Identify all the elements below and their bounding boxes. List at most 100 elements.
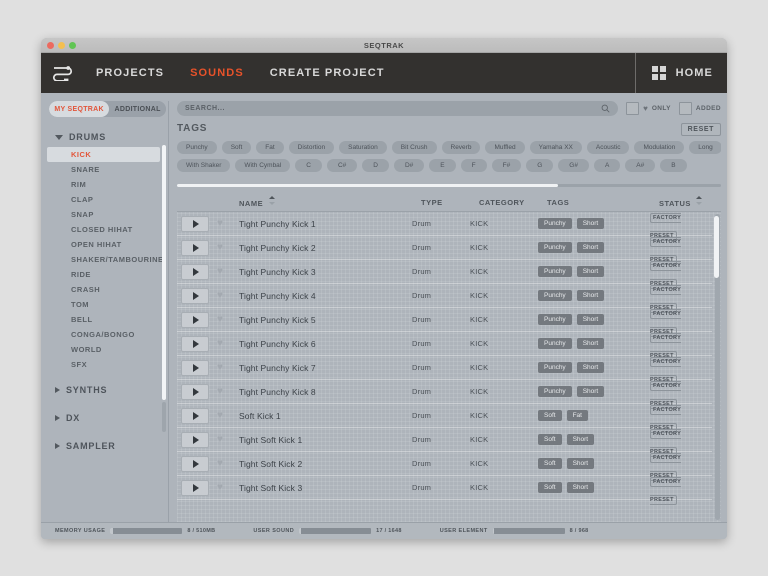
tag-chip[interactable]: Fat bbox=[256, 141, 284, 154]
tag-cloud-scrollbar-thumb[interactable] bbox=[177, 184, 558, 187]
header-category[interactable]: CATEGORY bbox=[479, 198, 547, 207]
tag-chip[interactable]: F bbox=[460, 159, 487, 172]
sidebar-group-sampler[interactable]: SAMPLER bbox=[47, 436, 160, 456]
tag-chip[interactable]: Yamaha XX bbox=[529, 141, 582, 154]
sidebar-item-open-hihat[interactable]: OPEN HIHAT bbox=[47, 237, 160, 252]
table-row[interactable]: ♥ Tight Punchy Kick 1 Drum KICK Punchy Short F… bbox=[177, 212, 712, 241]
nav-item-create-project[interactable]: CREATE PROJECT bbox=[257, 67, 398, 79]
favorite-toggle[interactable]: ♥ bbox=[217, 266, 239, 277]
tag-chip[interactable]: Long bbox=[689, 141, 721, 154]
tag-chip[interactable]: B bbox=[660, 159, 687, 172]
sidebar-item-snare[interactable]: SNARE bbox=[47, 162, 160, 177]
sidebar-item-closed-hihat[interactable]: CLOSED HIHAT bbox=[47, 222, 160, 237]
tag-chip[interactable]: C# bbox=[326, 159, 358, 172]
table-row[interactable]: ♥ Tight Punchy Kick 6 Drum KICK Punchy Short F… bbox=[177, 332, 712, 361]
play-button[interactable] bbox=[177, 359, 217, 376]
seqtrak-logo-icon[interactable] bbox=[41, 53, 83, 93]
table-row[interactable]: ♥ Tight Soft Kick 1 Drum KICK Soft Short FACTO… bbox=[177, 428, 712, 457]
favorite-toggle[interactable]: ♥ bbox=[217, 338, 239, 349]
sidebar-item-bell[interactable]: BELL bbox=[47, 312, 160, 327]
segment-additional[interactable]: ADDITIONAL bbox=[109, 101, 166, 117]
tag-chip[interactable]: Punchy bbox=[177, 141, 217, 154]
play-button[interactable] bbox=[177, 431, 217, 448]
sidebar-item-ride[interactable]: RIDE bbox=[47, 267, 160, 282]
favorite-toggle[interactable]: ♥ bbox=[217, 242, 239, 253]
play-button[interactable] bbox=[177, 383, 217, 400]
play-button[interactable] bbox=[177, 287, 217, 304]
table-row[interactable]: ♥ Soft Kick 1 Drum KICK Soft Fat FACTORY PRESE… bbox=[177, 404, 712, 433]
sidebar-item-tom[interactable]: TOM bbox=[47, 297, 160, 312]
nav-item-projects[interactable]: PROJECTS bbox=[83, 67, 177, 79]
favorite-toggle[interactable]: ♥ bbox=[217, 386, 239, 397]
favorite-toggle[interactable]: ♥ bbox=[217, 482, 239, 493]
search-input[interactable]: SEARCH... bbox=[177, 101, 619, 116]
added-filter[interactable]: ADDED bbox=[678, 102, 721, 115]
favorite-toggle[interactable]: ♥ bbox=[217, 290, 239, 301]
tag-chip[interactable]: Reverb bbox=[441, 141, 481, 154]
table-scrollbar-thumb[interactable] bbox=[714, 216, 719, 278]
tag-chip[interactable]: D# bbox=[393, 159, 425, 172]
favorite-toggle[interactable]: ♥ bbox=[217, 218, 239, 229]
play-button[interactable] bbox=[177, 455, 217, 472]
tag-chip[interactable]: With Cymbal bbox=[235, 159, 291, 172]
sidebar-item-shaker-tambourine[interactable]: SHAKER/TAMBOURINE bbox=[47, 252, 163, 267]
favorite-toggle[interactable]: ♥ bbox=[217, 362, 239, 373]
sidebar-group-dx[interactable]: DX bbox=[47, 408, 160, 428]
favorite-toggle[interactable]: ♥ bbox=[217, 314, 239, 325]
sidebar-item-crash[interactable]: CRASH bbox=[47, 282, 160, 297]
tag-cloud-scrollbar[interactable] bbox=[177, 184, 721, 187]
tag-chip[interactable]: Soft bbox=[221, 141, 252, 154]
header-name[interactable]: NAME bbox=[239, 196, 421, 208]
tag-chip[interactable]: G# bbox=[558, 159, 589, 172]
tag-chip[interactable]: With Shaker bbox=[177, 159, 231, 172]
sidebar-item-rim[interactable]: RIM bbox=[47, 177, 160, 192]
tag-chip[interactable]: D bbox=[362, 159, 389, 172]
added-checkbox[interactable] bbox=[678, 102, 692, 115]
favorites-only-filter[interactable]: ♥ ONLY bbox=[626, 102, 671, 115]
sidebar-scrollbar-thumb[interactable] bbox=[162, 145, 166, 400]
favorites-only-checkbox[interactable] bbox=[626, 102, 640, 115]
play-button[interactable] bbox=[177, 407, 217, 424]
nav-item-sounds[interactable]: SOUNDS bbox=[177, 67, 257, 79]
favorite-toggle[interactable]: ♥ bbox=[217, 434, 239, 445]
home-button[interactable]: HOME bbox=[634, 53, 727, 93]
tag-chip[interactable]: C bbox=[295, 159, 322, 172]
table-row[interactable]: ♥ Tight Punchy Kick 3 Drum KICK Punchy Short F… bbox=[177, 260, 712, 289]
table-row[interactable]: ♥ Tight Punchy Kick 7 Drum KICK Punchy Short F… bbox=[177, 356, 712, 385]
tag-chip[interactable]: A# bbox=[625, 159, 656, 172]
tag-chip[interactable]: Distortion bbox=[288, 141, 335, 154]
tag-chip[interactable]: Muffled bbox=[485, 141, 525, 154]
play-button[interactable] bbox=[177, 263, 217, 280]
table-scrollbar-track[interactable] bbox=[714, 214, 720, 520]
header-status[interactable]: STATUS bbox=[659, 196, 721, 208]
favorite-toggle[interactable]: ♥ bbox=[217, 458, 239, 469]
play-button[interactable] bbox=[177, 239, 217, 256]
play-button[interactable] bbox=[177, 479, 217, 496]
sidebar-item-conga-bongo[interactable]: CONGA/BONGO bbox=[47, 327, 160, 342]
tag-chip[interactable]: Saturation bbox=[339, 141, 387, 154]
table-row[interactable]: ♥ Tight Punchy Kick 4 Drum KICK Punchy Short F… bbox=[177, 284, 712, 313]
tag-chip[interactable]: A bbox=[593, 159, 621, 172]
sidebar-item-kick[interactable]: KICK bbox=[47, 147, 160, 162]
play-button[interactable] bbox=[177, 215, 217, 232]
sidebar-item-snap[interactable]: SNAP bbox=[47, 207, 160, 222]
sidebar-item-sfx[interactable]: SFX bbox=[47, 357, 160, 372]
play-button[interactable] bbox=[177, 335, 217, 352]
tag-chip[interactable]: Bit Crush bbox=[391, 141, 437, 154]
tag-chip[interactable]: Modulation bbox=[634, 141, 685, 154]
header-type[interactable]: TYPE bbox=[421, 198, 479, 207]
sidebar-item-clap[interactable]: CLAP bbox=[47, 192, 160, 207]
favorite-toggle[interactable]: ♥ bbox=[217, 410, 239, 421]
table-row[interactable]: ♥ Tight Soft Kick 3 Drum KICK Soft Short FACTO… bbox=[177, 476, 712, 505]
segment-my-seqtrak[interactable]: MY SEQTRAK bbox=[49, 101, 110, 117]
sidebar-scrollbar-track[interactable] bbox=[162, 402, 166, 432]
sidebar-group-synths[interactable]: SYNTHS bbox=[47, 380, 160, 400]
tag-chip[interactable]: G bbox=[526, 159, 554, 172]
table-row[interactable]: ♥ Tight Soft Kick 2 Drum KICK Soft Short FACTO… bbox=[177, 452, 712, 481]
table-row[interactable]: ♥ Tight Punchy Kick 5 Drum KICK Punchy Short F… bbox=[177, 308, 712, 337]
tag-chip[interactable]: Acoustic bbox=[586, 141, 630, 154]
table-row[interactable]: ♥ Tight Punchy Kick 2 Drum KICK Punchy Short F… bbox=[177, 236, 712, 265]
reset-button[interactable]: RESET bbox=[680, 123, 721, 136]
sidebar-group-drums[interactable]: DRUMS bbox=[47, 127, 160, 147]
table-row[interactable]: ♥ Tight Punchy Kick 8 Drum KICK Punchy Short F… bbox=[177, 380, 712, 409]
